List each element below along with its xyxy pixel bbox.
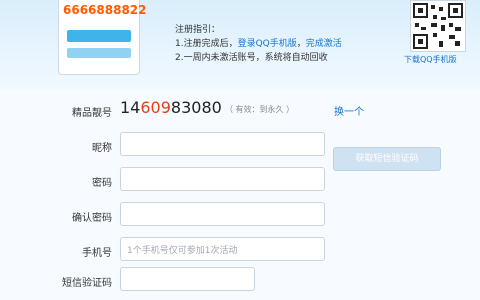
guide-step-1: 1.注册完成后，登录QQ手机版，完成激活 <box>175 37 342 51</box>
premium-number-label: 精品靓号 <box>72 108 112 119</box>
password-label: 密码 <box>92 178 112 189</box>
phone-number-display: 6666888822 <box>63 3 147 17</box>
phone-input-placeholder: 1个手机号仅可参加1次活动 <box>127 246 238 256</box>
nickname-input[interactable] <box>120 132 325 156</box>
sms-code-label: 短信验证码 <box>62 278 112 289</box>
guide-step-1-text: 1.注册完成后， <box>175 39 238 49</box>
change-number-link[interactable]: 换一个 <box>334 103 364 118</box>
login-qq-mobile-link[interactable]: 登录QQ手机版 <box>238 39 297 49</box>
qr-caption: 下载QQ手机版 <box>404 55 457 64</box>
nickname-label: 昵称 <box>92 143 112 154</box>
registration-form: 精品靓号 1460983080 （ 有效：到永久 ） 换一个 昵称 密码 确认密… <box>0 90 480 300</box>
complete-activation-link[interactable]: 完成激活 <box>306 39 342 49</box>
header-banner: 6666888822 注册指引： 1.注册完成后，登录QQ手机版，完成激活 2.… <box>0 0 480 91</box>
premium-number-suffix: 83080 <box>170 98 222 117</box>
confirm-password-label: 确认密码 <box>72 213 112 224</box>
sms-code-input[interactable] <box>120 267 255 291</box>
phone-input[interactable]: 1个手机号仅可参加1次活动 <box>120 237 325 261</box>
guide-step-1-separator: ， <box>296 39 306 49</box>
premium-number-highlight: 609 <box>140 98 171 117</box>
guide-title: 注册指引： <box>175 25 221 35</box>
banner-title <box>175 0 375 16</box>
validity-note: （ 有效：到永久 ） <box>225 105 295 114</box>
phone-bar-decoration-2 <box>67 48 131 58</box>
get-sms-code-button[interactable]: 获取短信验证码 <box>333 147 441 171</box>
phone-bar-decoration <box>67 30 131 42</box>
phone-illustration: 6666888822 <box>58 0 147 75</box>
registration-guide: 注册指引： 1.注册完成后，登录QQ手机版，完成激活 2.一周内未激活账号，系统… <box>175 23 342 65</box>
qr-code-icon[interactable] <box>410 0 466 52</box>
confirm-password-input[interactable] <box>120 202 325 226</box>
premium-number: 1460983080 <box>120 98 222 117</box>
premium-number-prefix: 14 <box>120 98 141 117</box>
guide-step-2: 2.一周内未激活账号，系统将自动回收 <box>175 53 328 63</box>
password-input[interactable] <box>120 167 325 191</box>
phone-label: 手机号 <box>82 248 112 259</box>
